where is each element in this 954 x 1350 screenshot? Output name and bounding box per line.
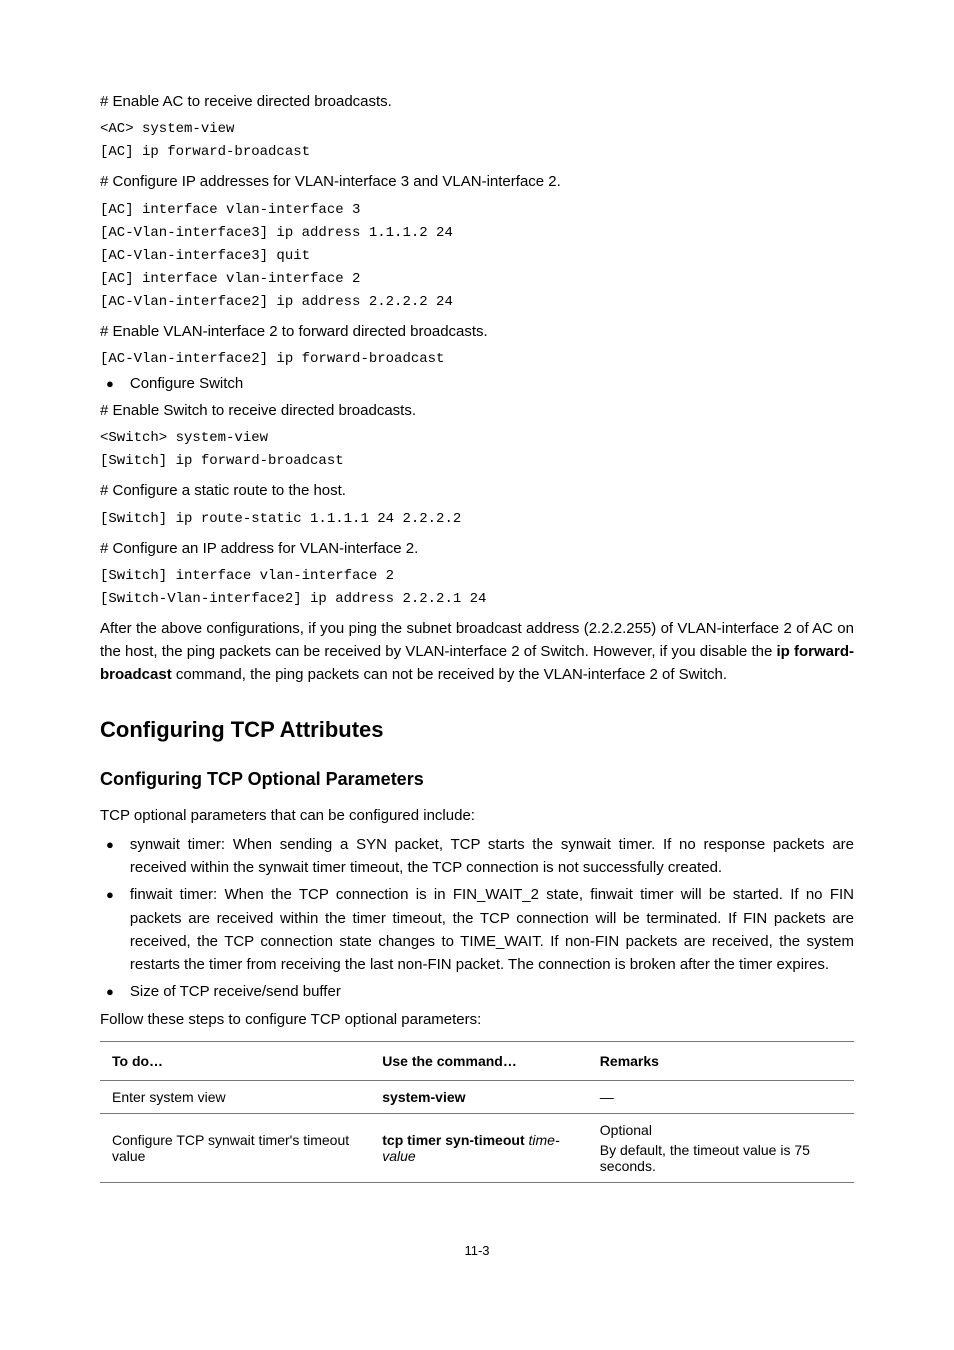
bullet-configure-switch: ● Configure Switch: [100, 372, 854, 395]
cell-todo: Enter system view: [100, 1080, 370, 1113]
page-root: # Enable AC to receive directed broadcas…: [0, 0, 954, 1288]
cell-remarks: Optional By default, the timeout value i…: [588, 1113, 854, 1182]
code-line: [AC-Vlan-interface2] ip address 2.2.2.2 …: [100, 292, 854, 313]
heading-configuring-tcp-attributes: Configuring TCP Attributes: [100, 717, 854, 743]
bullet-icon: ●: [100, 980, 130, 1002]
para-steps-intro: Follow these steps to configure TCP opti…: [100, 1008, 854, 1031]
table-row: Configure TCP synwait timer's timeout va…: [100, 1113, 854, 1182]
bullet-label: Size of TCP receive/send buffer: [130, 980, 341, 1003]
cell-command: system-view: [370, 1080, 588, 1113]
bullet-buffer-size: ● Size of TCP receive/send buffer: [100, 980, 854, 1003]
code-line: [AC-Vlan-interface2] ip forward-broadcas…: [100, 349, 854, 370]
para-tcp-intro: TCP optional parameters that can be conf…: [100, 804, 854, 827]
code-line: [AC] interface vlan-interface 3: [100, 200, 854, 221]
cell-remarks: —: [588, 1080, 854, 1113]
para-enable-ac: # Enable AC to receive directed broadcas…: [100, 90, 854, 113]
para-summary-post: command, the ping packets can not be rec…: [172, 666, 727, 683]
para-enable-vlan2: # Enable VLAN-interface 2 to forward dir…: [100, 320, 854, 343]
bullet-synwait: ● synwait timer: When sending a SYN pack…: [100, 833, 854, 880]
para-summary-pre: After the above configurations, if you p…: [100, 620, 854, 660]
para-static-route: # Configure a static route to the host.: [100, 479, 854, 502]
code-line: [AC] interface vlan-interface 2: [100, 269, 854, 290]
code-line: [Switch] ip forward-broadcast: [100, 451, 854, 472]
code-line: [Switch] interface vlan-interface 2: [100, 566, 854, 587]
col-todo: To do…: [100, 1041, 370, 1080]
cmd-text: system-view: [382, 1089, 465, 1105]
heading-configuring-tcp-optional-parameters: Configuring TCP Optional Parameters: [100, 769, 854, 790]
code-line: <Switch> system-view: [100, 428, 854, 449]
bullet-finwait: ● finwait timer: When the TCP connection…: [100, 883, 854, 976]
bullet-icon: ●: [100, 883, 130, 905]
bullet-label: synwait timer: When sending a SYN packet…: [130, 833, 854, 880]
code-line: [AC] ip forward-broadcast: [100, 142, 854, 163]
para-config-ip-vlan: # Configure IP addresses for VLAN-interf…: [100, 170, 854, 193]
code-line: [AC-Vlan-interface3] quit: [100, 246, 854, 267]
tcp-params-table: To do… Use the command… Remarks Enter sy…: [100, 1041, 854, 1183]
para-ip-vlan2: # Configure an IP address for VLAN-inter…: [100, 537, 854, 560]
cell-command: tcp timer syn-timeout time-value: [370, 1113, 588, 1182]
para-summary: After the above configurations, if you p…: [100, 617, 854, 687]
cell-todo: Configure TCP synwait timer's timeout va…: [100, 1113, 370, 1182]
page-number: 11-3: [100, 1243, 854, 1258]
cmd-text: tcp timer syn-timeout: [382, 1132, 524, 1148]
bullet-label: finwait timer: When the TCP connection i…: [130, 883, 854, 976]
code-line: [AC-Vlan-interface3] ip address 1.1.1.2 …: [100, 223, 854, 244]
code-line: <AC> system-view: [100, 119, 854, 140]
bullet-icon: ●: [100, 372, 130, 394]
code-line: [Switch] ip route-static 1.1.1.1 24 2.2.…: [100, 509, 854, 530]
table-row: Enter system view system-view —: [100, 1080, 854, 1113]
remarks-optional: Optional: [600, 1122, 842, 1138]
bullet-label: Configure Switch: [130, 372, 243, 395]
col-remarks: Remarks: [588, 1041, 854, 1080]
para-enable-switch: # Enable Switch to receive directed broa…: [100, 399, 854, 422]
code-line: [Switch-Vlan-interface2] ip address 2.2.…: [100, 589, 854, 610]
table-header-row: To do… Use the command… Remarks: [100, 1041, 854, 1080]
col-command: Use the command…: [370, 1041, 588, 1080]
remarks-default: By default, the timeout value is 75 seco…: [600, 1142, 842, 1174]
bullet-icon: ●: [100, 833, 130, 855]
